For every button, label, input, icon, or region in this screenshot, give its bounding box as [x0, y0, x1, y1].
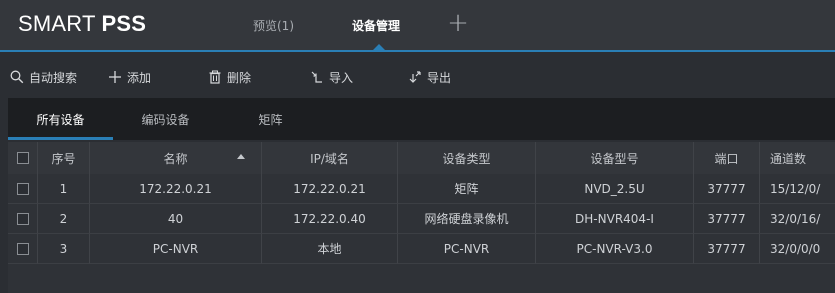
- cell-type: PC-NVR: [398, 234, 536, 264]
- cell-name: PC-NVR: [90, 234, 262, 264]
- select-all-cell: [8, 142, 38, 174]
- logo-light-text: SMART: [18, 11, 102, 36]
- add-label: 添加: [127, 70, 152, 85]
- cell-model: DH-NVR404-I: [536, 204, 694, 234]
- header-ip[interactable]: IP/域名: [262, 142, 398, 174]
- cell-seq: 2: [38, 204, 90, 234]
- cell-model: PC-NVR-V3.0: [536, 234, 694, 264]
- add-device-button[interactable]: 添加: [108, 68, 151, 86]
- delete-label: 删除: [227, 70, 252, 85]
- import-label: 导入: [329, 70, 354, 85]
- row-checkbox-cell: [8, 174, 38, 204]
- row-checkbox-cell: [8, 234, 38, 264]
- cell-seq: 1: [38, 174, 90, 204]
- cell-channels: 32/0/0/0: [760, 234, 835, 264]
- row-checkbox[interactable]: [16, 182, 29, 195]
- cell-port: 37777: [694, 204, 760, 234]
- auto-search-button[interactable]: 自动搜索: [10, 68, 77, 86]
- cell-port: 37777: [694, 174, 760, 204]
- add-tab-icon[interactable]: +: [446, 10, 470, 36]
- cell-seq: 3: [38, 234, 90, 264]
- app-logo: SMART PSS: [18, 11, 146, 37]
- sort-ascending-icon: [237, 154, 245, 159]
- search-icon: [10, 70, 24, 84]
- cell-name: 172.22.0.21: [90, 174, 262, 204]
- cell-ip: 172.22.0.21: [262, 174, 398, 204]
- logo-bold-text: PSS: [101, 11, 147, 36]
- toolbar: 自动搜索 添加 删除 导入 导出: [0, 54, 835, 98]
- cell-model: NVD_2.5U: [536, 174, 694, 204]
- cell-ip: 本地: [262, 234, 398, 264]
- select-all-checkbox[interactable]: [16, 152, 29, 164]
- row-checkbox[interactable]: [16, 242, 29, 255]
- header-name[interactable]: 名称: [90, 142, 262, 174]
- cell-name: 40: [90, 204, 262, 234]
- cell-type: 矩阵: [398, 174, 536, 204]
- export-button[interactable]: 导出: [408, 68, 451, 86]
- export-label: 导出: [427, 70, 452, 85]
- cell-type: 网络硬盘录像机: [398, 204, 536, 234]
- cell-ip: 172.22.0.40: [262, 204, 398, 234]
- title-bar: SMART PSS 预览(1) 设备管理 +: [0, 0, 835, 52]
- tab-encoder-devices[interactable]: 编码设备: [113, 98, 218, 140]
- import-icon: [311, 71, 322, 83]
- header-name-label: 名称: [163, 151, 188, 166]
- cell-channels: 32/0/16/: [760, 204, 835, 234]
- row-checkbox-cell: [8, 204, 38, 234]
- header-channels[interactable]: 通道数: [760, 142, 835, 174]
- plus-icon: [109, 71, 121, 83]
- header-type[interactable]: 设备类型: [398, 142, 536, 174]
- header-seq[interactable]: 序号: [38, 142, 90, 174]
- table-header: 序号 名称 IP/域名 设备类型 设备型号 端口 通道数: [8, 142, 835, 174]
- import-button[interactable]: 导入: [310, 68, 353, 86]
- table-row[interactable]: 1 172.22.0.21 172.22.0.21 矩阵 NVD_2.5U 37…: [8, 174, 835, 204]
- active-tab-indicator: [373, 44, 385, 50]
- header-port[interactable]: 端口: [694, 142, 760, 174]
- tab-preview[interactable]: 预览(1): [253, 17, 294, 34]
- tab-matrix[interactable]: 矩阵: [218, 98, 323, 140]
- tab-device-management[interactable]: 设备管理: [352, 17, 400, 34]
- cell-port: 37777: [694, 234, 760, 264]
- trash-icon: [209, 70, 221, 84]
- export-icon: [409, 71, 421, 83]
- auto-search-label: 自动搜索: [29, 70, 78, 85]
- tab-all-devices[interactable]: 所有设备: [8, 98, 113, 140]
- cell-channels: 15/12/0/: [760, 174, 835, 204]
- table-row[interactable]: 2 40 172.22.0.40 网络硬盘录像机 DH-NVR404-I 377…: [8, 204, 835, 234]
- device-category-tabs: 所有设备 编码设备 矩阵: [8, 98, 835, 140]
- delete-device-button[interactable]: 删除: [208, 68, 251, 86]
- table-empty-area: [8, 264, 835, 293]
- table-row[interactable]: 3 PC-NVR 本地 PC-NVR PC-NVR-V3.0 37777 32/…: [8, 234, 835, 264]
- row-checkbox[interactable]: [16, 212, 29, 225]
- header-model[interactable]: 设备型号: [536, 142, 694, 174]
